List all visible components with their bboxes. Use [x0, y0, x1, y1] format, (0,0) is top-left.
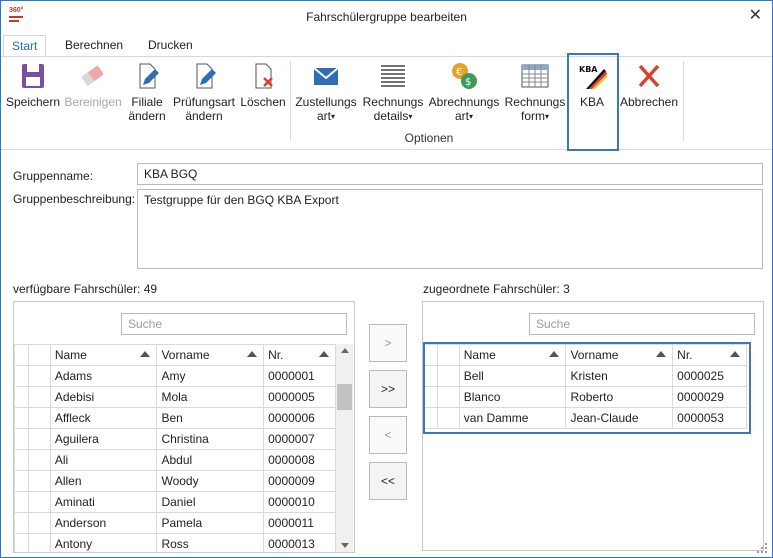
ribbon-group-label: Optionen	[404, 131, 454, 145]
kba-logo-icon: KBA	[576, 61, 608, 91]
change-exam-type-button[interactable]: Prüfungsart ändern	[171, 61, 237, 123]
group-name-input[interactable]: KBA BGQ	[137, 163, 763, 185]
scroll-down-icon[interactable]	[341, 543, 349, 548]
delete-label: Löschen	[240, 95, 286, 109]
cancel-button[interactable]: Abbrechen	[619, 61, 679, 109]
resize-grip-icon[interactable]	[756, 542, 768, 554]
add-all-button[interactable]: >>	[369, 370, 407, 408]
dialog-window: 360° Fahrschülergruppe bearbeiten ✕ Star…	[0, 0, 773, 558]
assigned-students-panel: Suche Name Vorname Nr. Bell Kristen 000002…	[422, 301, 764, 551]
table-row[interactable]: Adebisi Mola 0000005	[14, 386, 336, 408]
change-branch-button[interactable]: Filiale ändern	[126, 61, 168, 123]
table-row[interactable]: Aminati Daniel 0000010	[14, 491, 336, 513]
remove-one-button[interactable]: <	[369, 416, 407, 454]
delete-button[interactable]: Löschen	[240, 61, 286, 109]
scroll-up-icon[interactable]	[341, 348, 349, 353]
edit-document-icon	[188, 61, 220, 91]
assigned-students-label: zugeordnete Fahrschüler: 3	[423, 282, 570, 296]
svg-text:$: $	[465, 77, 471, 88]
available-students-label: verfügbare Fahrschüler: 49	[13, 282, 158, 296]
coins-icon: € $	[448, 61, 480, 91]
close-icon	[633, 61, 665, 91]
tab-drucken[interactable]: Drucken	[140, 35, 201, 56]
delivery-type-label-1: Zustellungs	[295, 95, 357, 109]
invoice-form-button[interactable]: Rechnungs form▾	[504, 61, 566, 124]
scrollbar-thumb[interactable]	[337, 384, 352, 410]
group-description-textarea[interactable]: Testgruppe für den BGQ KBA Export	[137, 189, 763, 269]
invoice-details-label-2: details	[373, 109, 409, 123]
change-exam-type-label-1: Prüfungsart	[172, 95, 236, 109]
group-name-label: Gruppenname:	[13, 169, 94, 183]
invoice-details-label-1: Rechnungs	[362, 95, 424, 109]
sort-up-icon	[247, 351, 258, 357]
eraser-icon	[77, 61, 109, 91]
envelope-icon	[310, 61, 342, 91]
add-one-button[interactable]: >	[369, 324, 407, 362]
kba-button[interactable]: KBA KBA	[569, 61, 615, 109]
assigned-table-highlight	[423, 342, 751, 434]
clear-label: Bereinigen	[64, 95, 122, 109]
column-header-number[interactable]: Nr.	[263, 344, 336, 366]
save-label: Speichern	[5, 95, 61, 109]
select-column-header	[27, 344, 51, 366]
table-row[interactable]: Anderson Pamela 0000011	[14, 512, 336, 534]
svg-text:€: €	[456, 67, 462, 78]
table-row[interactable]: Adams Amy 0000001	[14, 365, 336, 387]
sort-up-icon	[319, 351, 329, 357]
available-students-panel: Suche Name Vorname Nr. Adams Amy 0000001 A…	[13, 301, 355, 553]
column-header-firstname[interactable]: Vorname	[156, 344, 265, 366]
table-row[interactable]: Allen Woody 0000009	[14, 470, 336, 492]
column-header-name[interactable]: Name	[49, 344, 158, 366]
close-icon[interactable]: ✕	[749, 5, 762, 25]
billing-type-label-1: Abrechnungs	[428, 95, 500, 109]
available-search-input[interactable]: Suche	[121, 313, 347, 335]
billing-type-button[interactable]: € $ Abrechnungs art▾	[428, 61, 500, 124]
invoice-form-label-1: Rechnungs	[504, 95, 566, 109]
change-exam-type-label-2: ändern	[185, 109, 223, 123]
billing-type-label-2: art	[454, 109, 469, 123]
row-indicator-header	[14, 344, 29, 366]
delete-document-icon	[247, 61, 279, 91]
floppy-disk-icon	[17, 61, 49, 91]
table-row[interactable]: Affleck Ben 0000006	[14, 407, 336, 429]
ribbon-separator	[290, 61, 291, 141]
table-row[interactable]: Aguilera Christina 0000007	[14, 428, 336, 450]
tab-berechnen[interactable]: Berechnen	[57, 35, 131, 56]
change-branch-label-1: Filiale	[131, 95, 163, 109]
delivery-type-button[interactable]: Zustellungs art▾	[294, 61, 358, 124]
cancel-label: Abbrechen	[619, 95, 679, 109]
invoice-details-button[interactable]: Rechnungs details▾	[362, 61, 424, 124]
save-button[interactable]: Speichern	[5, 61, 61, 109]
clear-button[interactable]: Bereinigen	[63, 61, 123, 109]
table-row[interactable]: Antony Ross 0000013	[14, 533, 336, 552]
table-row[interactable]: Ali Abdul 0000008	[14, 449, 336, 471]
available-scrollbar[interactable]	[336, 344, 353, 552]
group-description-label: Gruppenbeschreibung:	[13, 192, 136, 206]
invoice-form-label-2: form	[520, 109, 545, 123]
remove-all-button[interactable]: <<	[369, 462, 407, 500]
table-grid-icon	[519, 61, 551, 91]
change-branch-label-2: ändern	[128, 109, 166, 123]
available-students-table: Name Vorname Nr. Adams Amy 0000001 Adebisi…	[14, 344, 336, 552]
ribbon-toolbar: Speichern Bereinigen Filiale ändern Prüf…	[1, 53, 772, 151]
edit-document-icon	[131, 61, 163, 91]
ribbon-tabs: Start Berechnen Drucken	[1, 35, 772, 58]
assigned-search-input[interactable]: Suche	[529, 313, 755, 335]
table-header-row: Name Vorname Nr.	[14, 344, 336, 366]
delivery-type-label-2: art	[316, 109, 331, 123]
kba-label: KBA	[579, 95, 604, 109]
window-title: Fahrschülergruppe bearbeiten	[306, 10, 467, 24]
svg-text:KBA: KBA	[579, 65, 598, 74]
tab-start[interactable]: Start	[3, 35, 47, 58]
list-document-icon	[377, 61, 409, 91]
sort-up-icon	[140, 351, 151, 357]
ribbon-separator	[683, 61, 684, 141]
title-bar: 360° Fahrschülergruppe bearbeiten ✕	[1, 1, 772, 32]
